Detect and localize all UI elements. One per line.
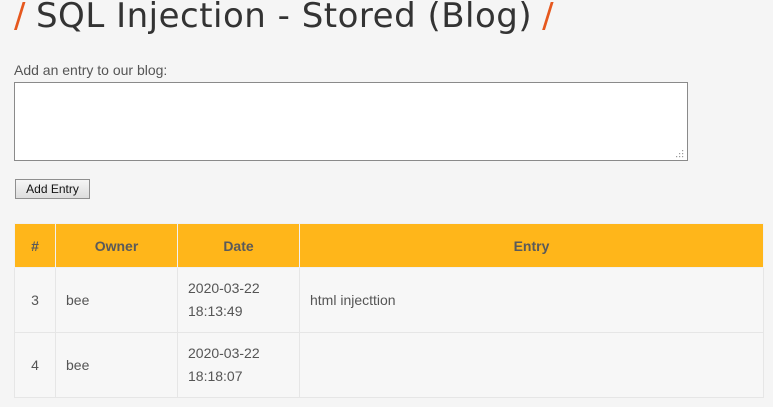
row-number: 3 bbox=[14, 267, 56, 333]
header-owner: Owner bbox=[55, 223, 178, 268]
header-number: # bbox=[14, 223, 56, 268]
row-owner: bee bbox=[55, 332, 178, 398]
row-number: 4 bbox=[14, 332, 56, 398]
table-row: 4 bee 2020-03-22 18:18:07 bbox=[14, 332, 764, 398]
page-title-text: SQL Injection - Stored (Blog) bbox=[35, 0, 533, 36]
row-date-time: 18:18:07 bbox=[188, 368, 243, 384]
row-date: 2020-03-22 18:13:49 bbox=[177, 267, 300, 333]
row-entry bbox=[299, 332, 764, 398]
table-row: 3 bee 2020-03-22 18:13:49 html injecttio… bbox=[14, 267, 764, 333]
page-title: / SQL Injection - Stored (Blog) / bbox=[14, 0, 554, 41]
row-entry: html injecttion bbox=[299, 267, 764, 333]
table-header-row: # Owner Date Entry bbox=[14, 223, 764, 268]
blog-entry-label: Add an entry to our blog: bbox=[14, 62, 168, 78]
row-date: 2020-03-22 18:18:07 bbox=[177, 332, 300, 398]
row-date-day: 2020-03-22 bbox=[188, 280, 260, 296]
header-entry: Entry bbox=[299, 223, 764, 268]
title-slash-right: / bbox=[542, 0, 555, 36]
row-date-time: 18:13:49 bbox=[188, 303, 243, 319]
add-entry-button[interactable]: Add Entry bbox=[15, 179, 90, 199]
blog-entry-textarea[interactable] bbox=[14, 82, 688, 161]
header-date: Date bbox=[177, 223, 300, 268]
row-owner: bee bbox=[55, 267, 178, 333]
title-slash-left: / bbox=[14, 0, 26, 36]
row-date-day: 2020-03-22 bbox=[188, 345, 260, 361]
blog-entries-table: # Owner Date Entry 3 bee 2020-03-22 18:1… bbox=[14, 223, 764, 398]
